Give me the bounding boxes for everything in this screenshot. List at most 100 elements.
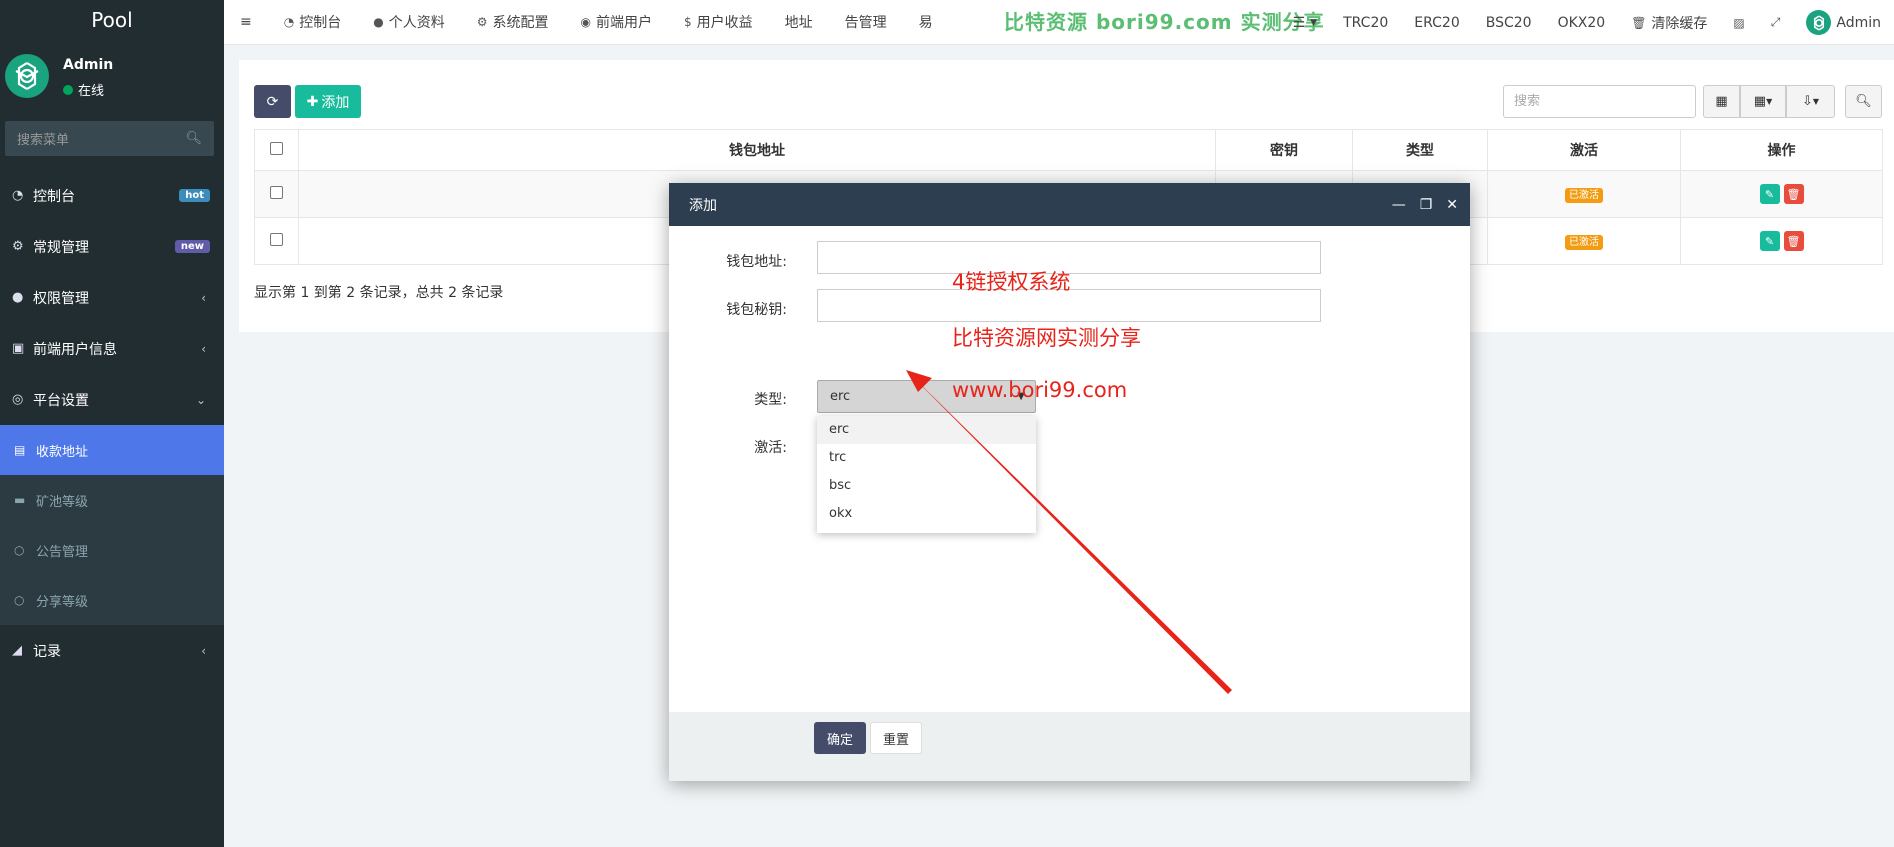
search-icon: 🔍︎ [1855, 94, 1872, 109]
option-erc[interactable]: erc [817, 416, 1036, 444]
tab-frontend-users[interactable]: ◉ 前端用户 [564, 0, 667, 44]
edit-button[interactable]: ✎ [1759, 231, 1780, 251]
watermark-text: 比特资源 bori99.com 实测分享 [1004, 10, 1325, 34]
nav-trc20[interactable]: TRC20 [1330, 0, 1401, 45]
app-logo[interactable]: Pool [0, 0, 224, 40]
refresh-button[interactable]: ⟳ [254, 85, 291, 118]
sidebar-toggle-button[interactable]: ≡ [224, 0, 268, 44]
tab-address[interactable]: 地址 [769, 0, 829, 44]
hamburger-icon: ≡ [240, 14, 252, 30]
type-dropdown: erc trc bsc okx [817, 416, 1036, 533]
nav-okx20[interactable]: OKX20 [1545, 0, 1619, 45]
platform-submenu: ▤ 收款地址 ▬ 矿池等级 ○ 公告管理 ○ 分享等级 [0, 425, 224, 625]
table-icon: ▦ [1715, 94, 1728, 109]
table-header-row: 钱包地址 密钥 类型 激活 操作 [254, 129, 1883, 171]
sidebar-item-frontend-users[interactable]: ▣ 前端用户信息 ‹ [0, 323, 224, 374]
group-icon: ● [12, 290, 24, 305]
chevron-left-icon: ‹ [201, 341, 206, 356]
dialog-body: 钱包地址: 钱包秘钥: 类型: erc ▼ 激活: erc trc bsc okx [669, 226, 1470, 712]
search-icon[interactable]: 🔍︎ [185, 131, 202, 146]
close-icon[interactable]: ✕ [1446, 197, 1458, 213]
export-button[interactable]: ⇩ ▼ [1786, 85, 1835, 118]
hot-badge: hot [179, 189, 210, 202]
maximize-icon[interactable]: ❐ [1420, 197, 1433, 213]
sidebar-item-announcements[interactable]: ○ 公告管理 [0, 525, 224, 575]
sidebar-item-pool-level[interactable]: ▬ 矿池等级 [0, 475, 224, 525]
online-dot-icon [63, 84, 73, 95]
tab-dashboard[interactable]: ◔ 控制台 [268, 0, 357, 44]
chevron-left-icon: ‹ [201, 643, 206, 658]
sidebar-item-general[interactable]: ⚙ 常规管理 new [0, 221, 224, 272]
row-checkbox[interactable] [270, 232, 283, 246]
add-button[interactable]: ✚ 添加 [295, 85, 361, 118]
cogs-icon: ⚙ [12, 239, 24, 254]
edit-button[interactable]: ✎ [1759, 184, 1780, 204]
caret-down-icon: ▼ [1310, 17, 1318, 28]
col-address[interactable]: 钱包地址 [298, 129, 1216, 171]
fullscreen-button[interactable]: ⤢ [1758, 0, 1794, 45]
sidebar-item-share-level[interactable]: ○ 分享等级 [0, 575, 224, 625]
tab-user-earnings[interactable]: $ 用户收益 [668, 0, 769, 44]
language-button[interactable]: ▨ [1720, 0, 1757, 45]
select-all-checkbox[interactable] [270, 141, 283, 155]
col-secret[interactable]: 密钥 [1215, 129, 1353, 171]
minimize-icon[interactable]: — [1392, 197, 1406, 213]
tab-other[interactable]: 易 [903, 0, 949, 44]
nav-bsc20[interactable]: BSC20 [1473, 0, 1545, 45]
clear-cache-button[interactable]: 🗑︎ 清除缓存 [1618, 0, 1720, 45]
sidebar-item-platform-settings[interactable]: ◎ 平台设置 ⌄ [0, 374, 224, 425]
export-icon: ⇩ [1801, 94, 1813, 109]
advanced-search-button[interactable]: 🔍︎ [1845, 85, 1882, 118]
option-okx[interactable]: okx [817, 500, 1036, 528]
grid-icon: ▦ [1753, 94, 1767, 109]
option-trc[interactable]: trc [817, 444, 1036, 472]
area-chart-icon: ◢ [12, 643, 22, 658]
sidebar-item-permission[interactable]: ● 权限管理 ‹ [0, 272, 224, 323]
dashboard-icon: ◔ [283, 15, 295, 29]
tab-announcement[interactable]: 告管理 [829, 0, 903, 44]
keyboard-icon: ▬ [14, 493, 26, 507]
reset-button[interactable]: 重置 [870, 722, 922, 754]
col-active[interactable]: 激活 [1487, 129, 1681, 171]
settings-icon: ◎ [12, 392, 24, 407]
secret-label: 钱包秘钥: [726, 302, 787, 318]
status-badge: 已激活 [1565, 188, 1603, 203]
table-search-input[interactable]: 搜索 [1503, 85, 1696, 118]
columns-button[interactable]: ▦ ▼ [1740, 85, 1786, 118]
tab-profile[interactable]: ● 个人资料 [357, 0, 460, 44]
col-type[interactable]: 类型 [1352, 129, 1488, 171]
plus-icon: ✚ [306, 93, 319, 110]
gear-icon: ⚙ [476, 15, 488, 29]
delete-button[interactable]: 🗑︎ [1783, 184, 1804, 204]
list-icon: ☰ [1292, 14, 1306, 31]
user-card-icon: ▣ [12, 341, 25, 356]
dialog-header[interactable]: 添加 — ❐ ✕ [669, 183, 1470, 226]
circle-icon: ○ [14, 543, 25, 557]
sidebar-item-dashboard[interactable]: ◔ 控制台 hot [0, 170, 224, 221]
annotation-line-2: 比特资源网实测分享 [952, 326, 1141, 350]
nav-erc20[interactable]: ERC20 [1401, 0, 1472, 45]
option-bsc[interactable]: bsc [817, 472, 1036, 500]
menu-search-input[interactable]: 搜索菜单 🔍︎ [5, 121, 214, 156]
annotation-line-3: www.bori99.com [952, 378, 1128, 402]
row-checkbox[interactable] [270, 185, 283, 199]
refresh-icon: ⟳ [266, 93, 279, 110]
address-label: 钱包地址: [726, 254, 787, 270]
cell-active: 已激活 [1487, 170, 1681, 218]
toggle-view-button[interactable]: ▦ [1703, 85, 1740, 118]
delete-button[interactable]: 🗑︎ [1783, 231, 1804, 251]
confirm-button[interactable]: 确定 [814, 722, 866, 754]
user-icon: ● [373, 15, 384, 29]
sidebar-item-payment-address[interactable]: ▤ 收款地址 [0, 425, 224, 475]
user-menu[interactable]: Admin [1793, 0, 1894, 45]
active-label: 激活: [754, 440, 787, 456]
user-panel: Admin 在线 [0, 40, 224, 115]
sidebar: Pool Admin 在线 搜索菜单 🔍︎ ◔ 控制台 hot ⚙ 常规管理 new ●… [0, 0, 224, 847]
select-all-checkbox-cell[interactable] [254, 129, 299, 171]
menu-list-dropdown[interactable]: ☰ ▼ [1280, 0, 1330, 45]
sidebar-item-records[interactable]: ◢ 记录 ‹ [0, 625, 224, 676]
tab-system-config[interactable]: ⚙ 系统配置 [461, 0, 565, 44]
dashboard-icon: ◔ [12, 188, 24, 203]
cell-actions: ✎ 🗑︎ [1680, 217, 1883, 265]
top-navbar: ≡ ◔ 控制台 ● 个人资料 ⚙ 系统配置 ◉ 前端用户 $ 用户收益 地址 告管理 易 … [224, 0, 1894, 45]
